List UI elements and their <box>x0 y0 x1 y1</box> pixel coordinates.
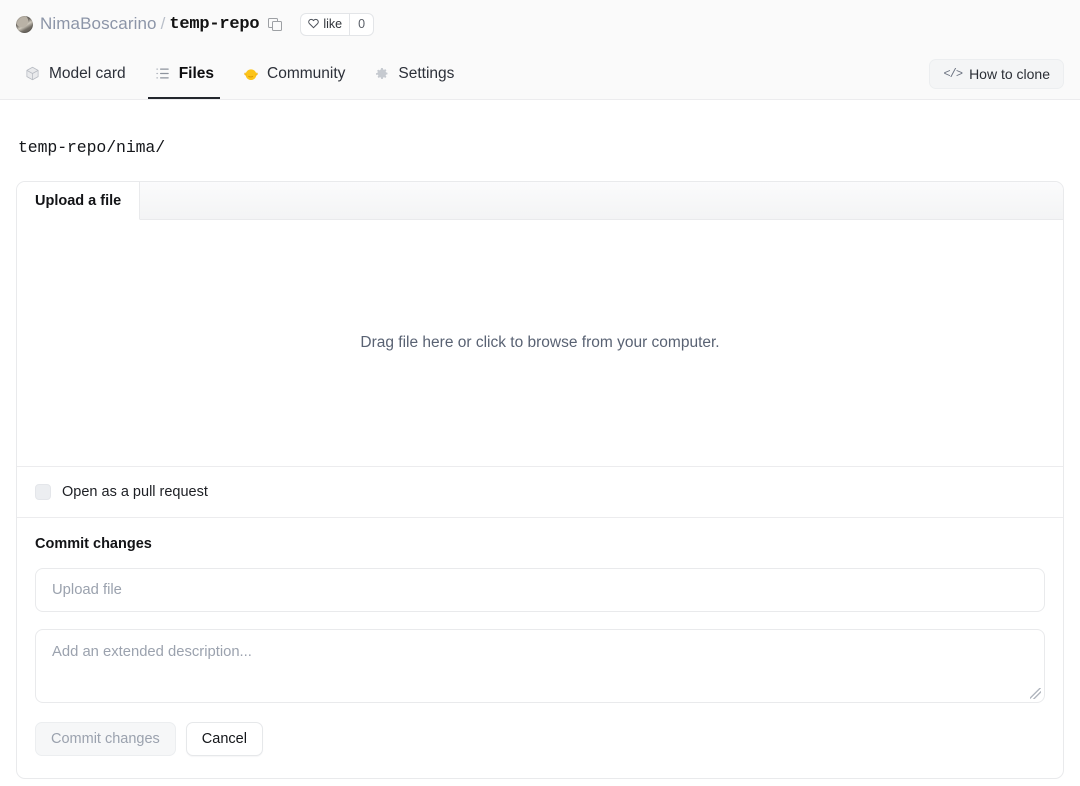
like-count: 0 <box>349 13 373 35</box>
tab-files[interactable]: Files <box>140 48 228 99</box>
commit-changes-button[interactable]: Commit changes <box>35 722 176 756</box>
gear-icon <box>373 65 390 82</box>
repo-path-separator: / <box>160 14 166 33</box>
file-dropzone-text: Drag file here or click to browse from y… <box>360 334 720 351</box>
open-as-pull-request-checkbox[interactable] <box>35 484 51 500</box>
commit-section: Commit changes Commit changes Cancel <box>17 518 1063 778</box>
cube-icon <box>24 65 41 82</box>
cancel-button[interactable]: Cancel <box>185 722 263 756</box>
tab-model-card-label: Model card <box>49 64 126 82</box>
how-to-clone-button[interactable]: </> How to clone <box>929 58 1064 89</box>
tab-model-card[interactable]: Model card <box>16 48 140 99</box>
commit-actions: Commit changes Cancel <box>35 722 1045 756</box>
tab-upload-a-file[interactable]: Upload a file <box>17 182 141 220</box>
hugging-face-icon <box>242 65 259 82</box>
like-button-group[interactable]: like 0 <box>300 12 375 36</box>
tab-settings[interactable]: Settings <box>359 48 468 99</box>
repo-name-link[interactable]: temp-repo <box>169 15 259 34</box>
open-as-pull-request-label: Open as a pull request <box>62 484 208 500</box>
how-to-clone-label: How to clone <box>969 65 1050 82</box>
code-icon: </> <box>943 66 963 81</box>
upload-card-tabs: Upload a file <box>17 182 1063 220</box>
commit-description-input[interactable] <box>35 629 1045 703</box>
copy-icon[interactable] <box>268 17 282 31</box>
open-as-pull-request-row[interactable]: Open as a pull request <box>17 467 1063 518</box>
tab-community-label: Community <box>267 64 346 82</box>
avatar <box>16 15 33 33</box>
like-button[interactable]: like <box>301 14 349 35</box>
commit-section-title: Commit changes <box>35 536 152 552</box>
file-dropzone[interactable]: Drag file here or click to browse from y… <box>17 220 1063 467</box>
repo-header: NimaBoscarino / temp-repo like 0 <box>0 0 1080 48</box>
tab-community[interactable]: Community <box>228 48 359 99</box>
repo-owner-link[interactable]: NimaBoscarino <box>40 14 157 34</box>
tab-files-label: Files <box>178 64 215 82</box>
commit-description-wrap <box>35 629 1045 703</box>
tab-settings-label: Settings <box>398 64 455 82</box>
upload-card: Upload a file Drag file here or click to… <box>16 181 1064 779</box>
like-button-label: like <box>323 17 343 31</box>
file-list-icon <box>154 65 171 82</box>
breadcrumb-path: temp-repo/nima/ <box>18 138 166 157</box>
repo-tab-bar: Model card Files Community Settings </> … <box>0 48 1080 100</box>
repo-tabs: Model card Files Community Settings <box>16 48 468 99</box>
heart-icon <box>308 18 320 29</box>
commit-summary-input[interactable] <box>35 568 1045 612</box>
upload-card-tabs-filler <box>140 182 1063 219</box>
